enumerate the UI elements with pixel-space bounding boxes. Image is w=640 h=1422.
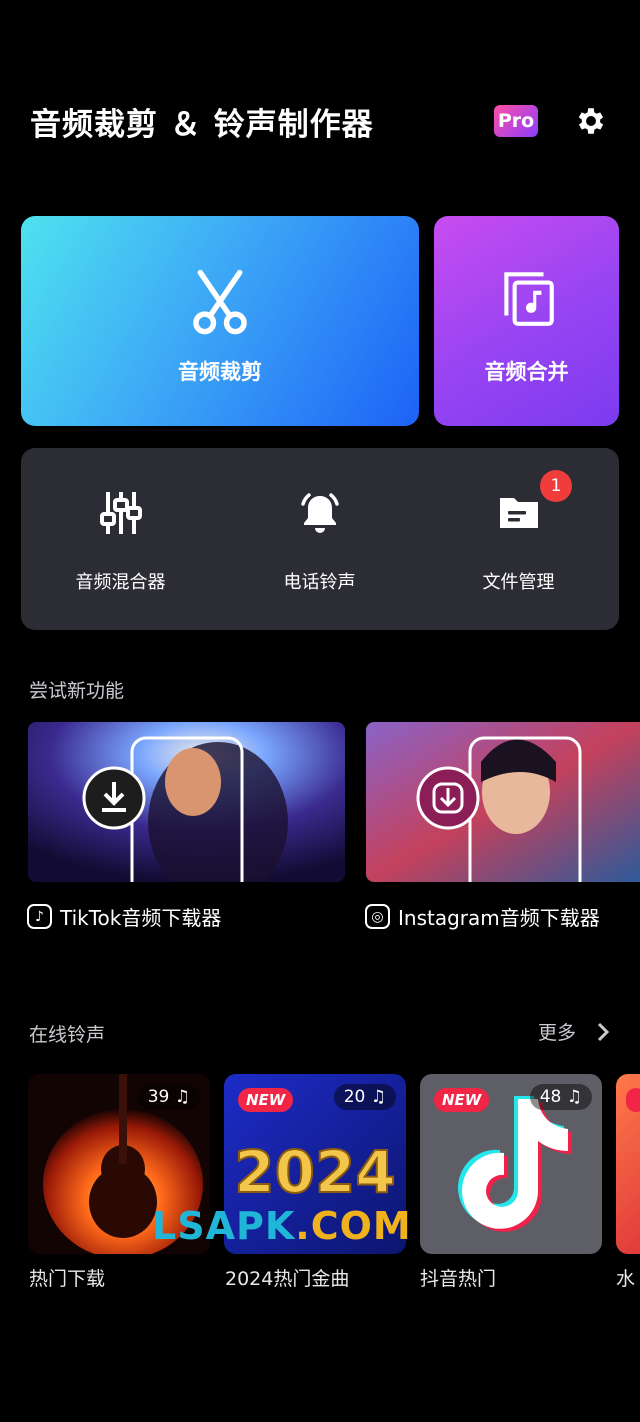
ringtone-count: 39 ♫ [137, 1084, 200, 1110]
ringtone-label: 电话铃声 [283, 572, 356, 593]
audio-merge-card[interactable]: 音频合并 [434, 216, 619, 426]
notification-badge: 1 [540, 470, 572, 502]
tiktok-icon: ♪ [27, 904, 52, 929]
instagram-downloader-card[interactable] [366, 722, 640, 882]
ringtone-label: 热门下载 [29, 1268, 106, 1290]
tiktok-downloader-card[interactable] [28, 722, 345, 882]
scissors-icon [193, 269, 247, 335]
more-link[interactable]: 更多 [538, 1018, 614, 1045]
settings-button[interactable] [572, 102, 610, 140]
audio-cut-label: 音频裁剪 [178, 360, 262, 384]
instagram-icon: ◎ [365, 904, 390, 929]
music-files-icon [503, 272, 554, 326]
app-header: 音频裁剪 ＆ 铃声制作器 Pro [30, 96, 610, 146]
instagram-promo-image [366, 722, 640, 882]
file-manager-label: 文件管理 [482, 572, 555, 593]
tiktok-downloader-link[interactable]: ♪ TikTok音频下载器 [27, 902, 221, 931]
more-label: 更多 [537, 1022, 576, 1044]
tiktok-downloader-label: TikTok音频下载器 [60, 906, 222, 930]
instagram-downloader-link[interactable]: ◎ Instagram音频下载器 [365, 902, 600, 931]
file-manager-button[interactable]: 1 文件管理 [419, 448, 618, 630]
audio-mixer-button[interactable]: 音频混合器 [21, 448, 220, 630]
chevron-right-icon [597, 1022, 610, 1041]
new-tag: NEW [434, 1088, 490, 1112]
instagram-downloader-label: Instagram音频下载器 [398, 906, 600, 930]
audio-mixer-label: 音频混合器 [75, 572, 166, 593]
ringtone-button[interactable]: 电话铃声 [220, 448, 419, 630]
new-tag: NEW [238, 1088, 294, 1112]
new-tag [626, 1088, 640, 1112]
app-title: 音频裁剪 ＆ 铃声制作器 [30, 106, 374, 143]
ringtone-count: 20 ♫ [333, 1084, 396, 1110]
watermark: LSAPK.COM [152, 1204, 412, 1248]
ringtone-label: 2024热门金曲 [225, 1268, 350, 1290]
ringtone-count: 48 ♫ [529, 1084, 592, 1110]
tiktok-promo-image [28, 722, 345, 882]
ringtone-card-douyin-hot[interactable]: NEW 48 ♫ [420, 1074, 602, 1254]
ringtone-label: 抖音热门 [420, 1268, 497, 1290]
sliders-icon [99, 492, 142, 534]
online-ringtones-title: 在线铃声 [29, 1024, 106, 1046]
folder-icon [499, 498, 538, 528]
gear-icon [578, 108, 604, 134]
art-text-2024: 2024 [234, 1138, 395, 1206]
new-features-title: 尝试新功能 [29, 680, 125, 702]
ringtone-card-partial[interactable] [616, 1074, 640, 1254]
tools-panel: 音频混合器 电话铃声 1 文件管理 [21, 448, 619, 630]
pro-button[interactable]: Pro [494, 105, 538, 137]
ringtone-label: 水 [616, 1268, 636, 1290]
alarm-bell-icon [300, 493, 339, 533]
audio-merge-label: 音频合并 [484, 360, 569, 384]
audio-cut-card[interactable]: 音频裁剪 [21, 216, 419, 426]
